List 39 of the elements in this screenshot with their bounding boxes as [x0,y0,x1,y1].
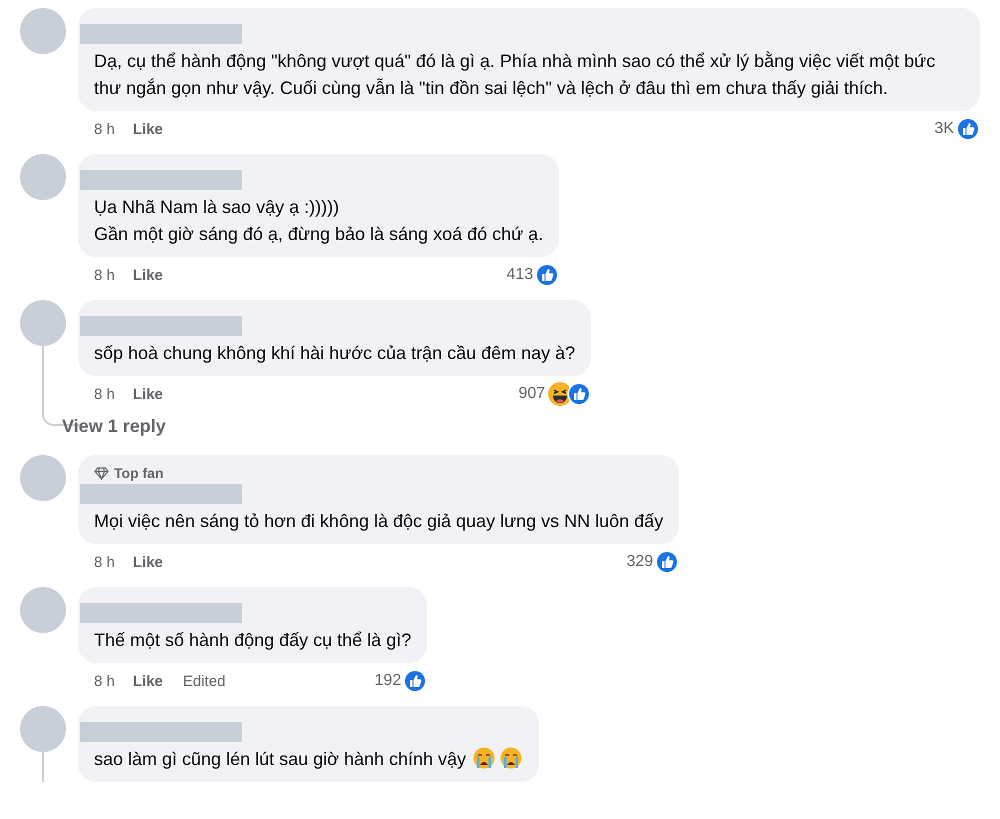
view-replies-link[interactable]: View 1 reply [62,416,166,436]
edited-label: Edited [182,672,226,690]
top-fan-label: Top fan [114,465,164,481]
comment-text: Thế một số hành động đấy cụ thể là gì? [94,630,412,650]
avatar[interactable] [20,587,66,633]
reaction-count[interactable]: 907 [518,385,546,403]
like-reaction-icon [655,550,680,574]
crying-emoji-icon [472,746,496,770]
comment-time: 8 h [94,672,115,690]
avatar[interactable] [20,8,66,54]
comment-text: Gần một giờ sáng đó ạ, đừng bảo là sáng xoá đó chứ ạ. [94,224,544,244]
reaction-count[interactable]: 192 [374,672,402,690]
like-link[interactable]: Like [132,554,163,570]
avatar[interactable] [20,706,66,752]
comment-time: 8 h [94,120,115,138]
like-reaction-icon [535,263,560,287]
avatar[interactable] [20,300,66,346]
like-reaction-icon [956,117,980,141]
comment-text: sốp hoà chung không khí hài hước của trận cầu đêm nay à? [94,343,576,363]
comment-text: Ụa Nhã Nam là sao vậy ạ :))))) [94,197,340,217]
like-link[interactable]: Like [132,266,163,284]
reaction-count[interactable]: 329 [626,553,654,571]
comment-time: 8 h [94,386,115,402]
comment-text: Dạ, cụ thể hành động "không vượt quá" đó là gì ạ. Phía nhà mình sao có thể xử lý bằng việc viết một bức thư ngắn gọn như vậy. Cuối cùng vẫn là "tin đồn sai lệch" và lệch ở đâu thì em chưa thấy giải thích. [94,51,936,98]
avatar[interactable] [20,455,66,501]
like-link[interactable]: Like [132,120,163,138]
comment-time: 8 h [94,554,115,570]
like-link[interactable]: Like [132,672,163,690]
crying-emoji-icon [499,746,524,770]
reaction-count[interactable]: 413 [506,266,534,284]
reaction-count[interactable]: 3K [934,120,954,138]
comment-text: Mọi việc nên sáng tỏ hơn đi không là độc giả quay lưng vs NN luôn đấy [94,511,664,531]
comment-text: sao làm gì cũng lén lút sau giờ hành chính vậy [94,749,466,769]
comment-time: 8 h [94,266,115,284]
like-reaction-icon [403,669,428,693]
diamond-icon [94,466,109,480]
like-link[interactable]: Like [132,386,163,402]
like-reaction-icon [567,382,592,406]
avatar[interactable] [20,154,66,200]
